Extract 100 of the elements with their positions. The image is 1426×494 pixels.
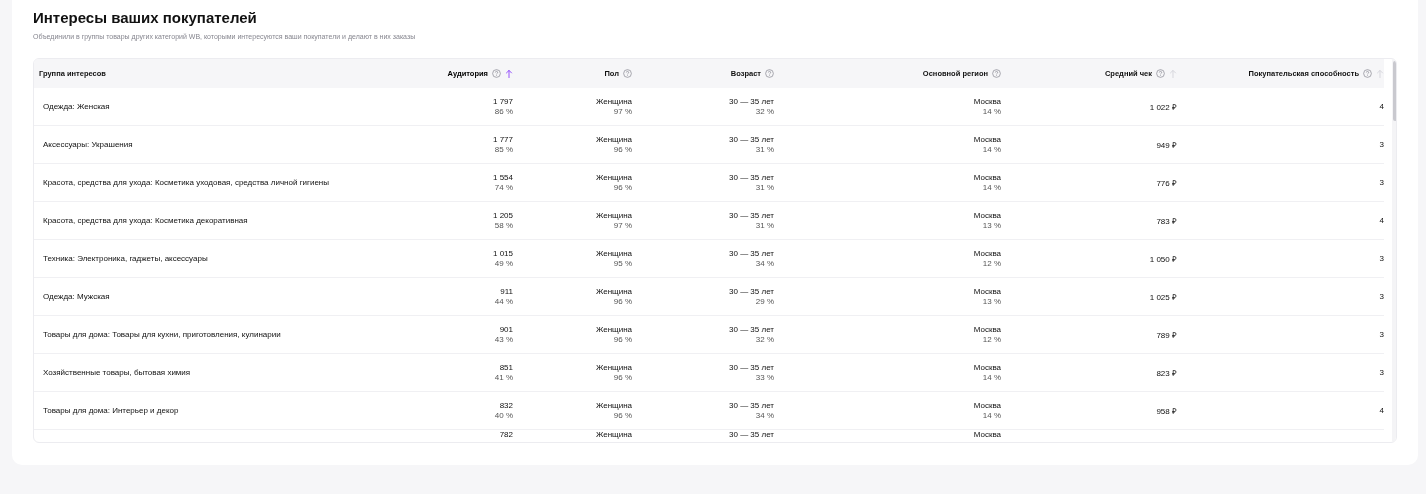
share-value: 14 % bbox=[982, 144, 1001, 155]
share-value: 14 % bbox=[982, 106, 1001, 117]
share-value: 40 % bbox=[494, 410, 513, 421]
help-icon[interactable] bbox=[992, 69, 1001, 78]
share-value: 12 % bbox=[982, 334, 1001, 345]
purchasing-power-value: 3 bbox=[1379, 254, 1384, 263]
age-value: 30 — 35 лет bbox=[729, 430, 774, 440]
share-value: 96 % bbox=[613, 410, 632, 421]
scrollbar-thumb[interactable] bbox=[1393, 61, 1396, 121]
share-value: 96 % bbox=[613, 144, 632, 155]
interest-group-name: Одежда: Женская bbox=[43, 102, 110, 111]
share-value: 32 % bbox=[755, 334, 774, 345]
gender-value: Женщина bbox=[595, 400, 632, 411]
purchasing-power-value: 4 bbox=[1379, 406, 1384, 415]
share-value: 43 % bbox=[494, 334, 513, 345]
purchasing-power-value: 3 bbox=[1379, 368, 1384, 377]
purchasing-power-value: 4 bbox=[1379, 216, 1384, 225]
gender-value: Женщина bbox=[595, 96, 632, 107]
average-check-value: 783 ₽ bbox=[1156, 216, 1177, 226]
help-icon[interactable] bbox=[765, 69, 774, 78]
region-value: Москва bbox=[973, 324, 1001, 335]
share-value: 31 % bbox=[755, 220, 774, 231]
share-value: 33 % bbox=[755, 372, 774, 383]
section-title: Интересы ваших покупателей bbox=[33, 9, 258, 27]
average-check-value: 1 025 ₽ bbox=[1149, 292, 1177, 302]
gender-value: Женщина bbox=[595, 134, 632, 145]
region-value: Москва bbox=[973, 134, 1001, 145]
age-value: 30 — 35 лет bbox=[729, 362, 774, 373]
average-check-value: 949 ₽ bbox=[1156, 140, 1177, 150]
gender-value: Женщина bbox=[595, 362, 632, 373]
age-value: 30 — 35 лет bbox=[729, 210, 774, 221]
age-value: 30 — 35 лет bbox=[729, 400, 774, 411]
share-value: 97 % bbox=[613, 106, 632, 117]
region-value: Москва bbox=[973, 362, 1001, 373]
share-value: 44 % bbox=[494, 296, 513, 307]
interest-group-name: Техника: Электроника, гаджеты, аксессуары bbox=[43, 254, 208, 263]
age-value: 30 — 35 лет bbox=[729, 248, 774, 259]
interest-group-name: Товары для дома: Товары для кухни, приготовления, кулинарии bbox=[43, 330, 281, 339]
interest-group-name: Одежда: Мужская bbox=[43, 292, 110, 301]
average-check-value: 823 ₽ bbox=[1156, 368, 1177, 378]
sort-arrow-icon[interactable] bbox=[505, 68, 513, 79]
share-value: 97 % bbox=[613, 220, 632, 231]
interest-group-name: Хозяйственные товары, бытовая химия bbox=[43, 368, 191, 377]
average-check-value: 1 050 ₽ bbox=[1149, 254, 1177, 264]
interest-group-name: Красота, средства для ухода: Косметика уходовая, средства личной гигиены bbox=[43, 178, 329, 187]
audience-value: 1 015 bbox=[492, 248, 513, 259]
share-value: 14 % bbox=[982, 410, 1001, 421]
region-value: Москва bbox=[973, 96, 1001, 107]
share-value: 96 % bbox=[613, 334, 632, 345]
share-value: 74 % bbox=[494, 182, 513, 193]
region-value: Москва bbox=[973, 210, 1001, 221]
audience-value: 911 bbox=[500, 286, 513, 297]
purchasing-power-value: 3 bbox=[1379, 330, 1384, 339]
region-value: Москва bbox=[973, 172, 1001, 183]
region-value: Москва bbox=[973, 248, 1001, 259]
gender-value: Женщина bbox=[595, 248, 632, 259]
purchasing-power-value: 3 bbox=[1379, 178, 1384, 187]
share-value: 58 % bbox=[494, 220, 513, 231]
share-value: 49 % bbox=[494, 258, 513, 269]
average-check-value: 958 ₽ bbox=[1156, 406, 1177, 416]
age-value: 30 — 35 лет bbox=[729, 286, 774, 297]
audience-value: 782 bbox=[499, 430, 513, 440]
region-value: Москва bbox=[973, 430, 1001, 440]
share-value: 34 % bbox=[755, 258, 774, 269]
age-value: 30 — 35 лет bbox=[729, 134, 774, 145]
interest-group-name: Аксессуары: Украшения bbox=[43, 140, 133, 149]
help-icon[interactable] bbox=[1363, 69, 1372, 78]
age-value: 30 — 35 лет bbox=[729, 324, 774, 335]
average-check-value: 789 ₽ bbox=[1156, 330, 1177, 340]
share-value: 34 % bbox=[755, 410, 774, 421]
share-value: 12 % bbox=[982, 258, 1001, 269]
age-value: 30 — 35 лет bbox=[729, 96, 774, 107]
average-check-value: 776 ₽ bbox=[1156, 178, 1177, 188]
help-icon[interactable] bbox=[492, 69, 501, 78]
share-value: 96 % bbox=[613, 296, 632, 307]
share-value: 96 % bbox=[613, 182, 632, 193]
age-value: 30 — 35 лет bbox=[729, 172, 774, 183]
region-value: Москва bbox=[973, 400, 1001, 411]
share-value: 13 % bbox=[982, 296, 1001, 307]
share-value: 85 % bbox=[494, 144, 513, 155]
audience-value: 1 797 bbox=[492, 96, 513, 107]
gender-value: Женщина bbox=[595, 430, 632, 440]
share-value: 32 % bbox=[755, 106, 774, 117]
purchasing-power-value: 3 bbox=[1379, 140, 1384, 149]
share-value: 95 % bbox=[613, 258, 632, 269]
share-value: 29 % bbox=[755, 296, 774, 307]
help-icon[interactable] bbox=[1156, 69, 1165, 78]
help-icon[interactable] bbox=[623, 69, 632, 78]
audience-value: 832 bbox=[499, 400, 513, 411]
share-value: 41 % bbox=[494, 372, 513, 383]
gender-value: Женщина bbox=[595, 324, 632, 335]
purchasing-power-value: 4 bbox=[1379, 102, 1384, 111]
interest-group-name: Красота, средства для ухода: Косметика декоративная bbox=[43, 216, 248, 225]
gender-value: Женщина bbox=[595, 172, 632, 183]
share-value: 31 % bbox=[755, 182, 774, 193]
region-value: Москва bbox=[973, 286, 1001, 297]
audience-value: 1 554 bbox=[492, 172, 513, 183]
share-value: 14 % bbox=[982, 372, 1001, 383]
share-value: 96 % bbox=[613, 372, 632, 383]
audience-value: 1 777 bbox=[492, 134, 513, 145]
